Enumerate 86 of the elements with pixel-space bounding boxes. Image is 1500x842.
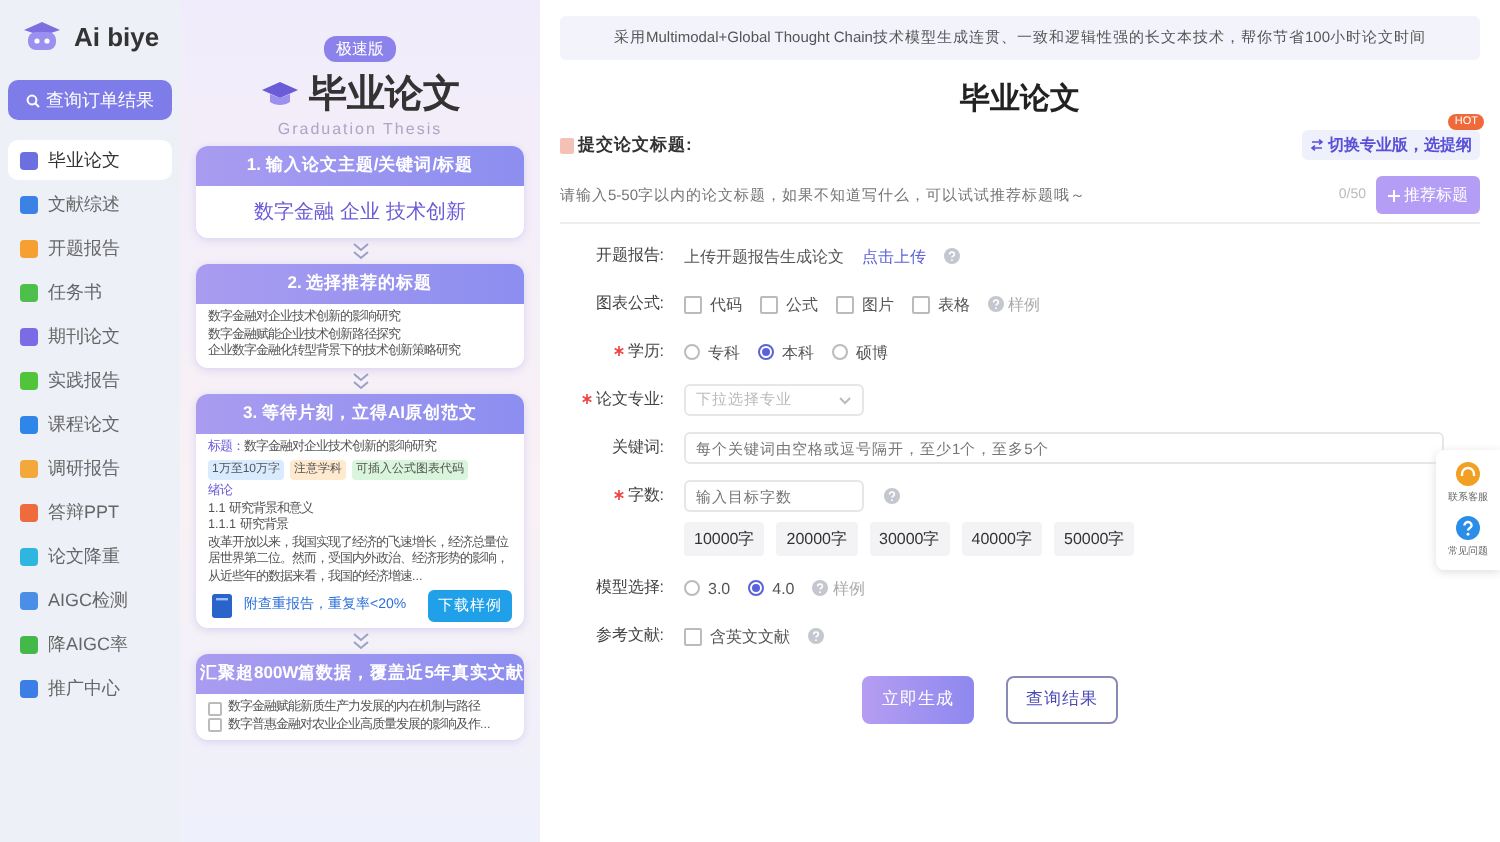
checkbox[interactable] xyxy=(836,295,854,313)
asterisk-icon xyxy=(613,346,624,357)
double-chevron-icon xyxy=(351,632,369,651)
help-icon[interactable] xyxy=(944,248,960,264)
field-label: 关键词: xyxy=(609,436,666,460)
option-label: 公式 xyxy=(786,293,818,315)
help-icon[interactable] xyxy=(884,488,900,504)
word-count-chip[interactable]: 50000字 xyxy=(1054,522,1135,556)
asterisk-icon xyxy=(581,394,592,405)
word-count-chip[interactable]: 10000字 xyxy=(684,522,765,556)
promo-subtitle: Graduation Thesis xyxy=(277,120,443,138)
option-label: 4.0 xyxy=(772,579,795,597)
checkbox[interactable] xyxy=(208,701,222,716)
radio-button[interactable] xyxy=(748,580,765,596)
step-heading: 1. 输入论文主题/关键词/标题 xyxy=(196,146,524,186)
field-label: 论文专业: xyxy=(560,384,684,416)
step-heading: 2. 选择推荐的标题 xyxy=(196,264,524,304)
upload-link[interactable]: 点击上传 xyxy=(862,245,926,267)
field-label: 模型选择: xyxy=(593,576,666,600)
option-label: 硕博 xyxy=(856,341,888,363)
version-badge: 极速版 xyxy=(324,36,396,62)
radio-button[interactable] xyxy=(684,344,700,360)
sidebar-item[interactable]: 推广中心 xyxy=(8,668,172,708)
sidebar-item[interactable]: 期刊论文 xyxy=(8,316,172,356)
chevron-down-icon xyxy=(838,395,852,405)
double-chevron-icon xyxy=(351,371,369,389)
sidebar-item[interactable]: 论文降重 xyxy=(8,536,172,576)
sidebar-item[interactable]: 文献综述 xyxy=(8,184,172,224)
field-label: 提交论文标题: xyxy=(578,133,692,157)
option-label: 含英文文献 xyxy=(710,625,790,647)
double-chevron-icon xyxy=(351,242,369,260)
brand-name: Ai biye xyxy=(74,21,160,51)
step-heading: 汇聚超800W篇数据，覆盖近5年真实文献 xyxy=(196,654,524,695)
word-count-chip[interactable]: 30000字 xyxy=(869,522,950,556)
sidebar-item[interactable]: 课程论文 xyxy=(8,404,172,444)
field-label: 学历: xyxy=(560,336,684,368)
help-icon xyxy=(1456,516,1480,540)
promo-title: 毕业论文 xyxy=(309,71,461,120)
checkbox[interactable] xyxy=(684,627,702,645)
step-heading: 3. 等待片刻，立得AI原创范文 xyxy=(196,393,524,433)
word-count-chip[interactable]: 40000字 xyxy=(961,522,1042,556)
mascot-logo-icon xyxy=(20,20,64,52)
radio-button[interactable] xyxy=(684,580,700,596)
sidebar-item[interactable]: AIGC检测 xyxy=(8,580,172,620)
page-title: 毕业论文 xyxy=(960,80,1080,118)
field-label: 参考文献: xyxy=(593,624,666,648)
asterisk-icon xyxy=(613,490,624,501)
sidebar-item[interactable]: 降AIGC率 xyxy=(8,624,172,664)
radio-button[interactable] xyxy=(832,344,848,360)
sidebar-item[interactable]: 答辩PPT xyxy=(8,492,172,532)
checkbox[interactable] xyxy=(208,718,222,733)
order-search-button[interactable]: 查询订单结果 xyxy=(8,80,172,120)
sidebar-item[interactable]: 开题报告 xyxy=(8,228,172,268)
swap-arrows-icon xyxy=(1310,138,1324,152)
field-label: 图表公式: xyxy=(593,292,666,316)
headset-icon xyxy=(1456,462,1480,486)
sidebar-item[interactable]: 实践报告 xyxy=(8,360,172,400)
query-results-button[interactable]: 查询结果 xyxy=(1006,676,1118,724)
option-label: 图片 xyxy=(862,293,894,315)
option-label: 代码 xyxy=(710,293,742,315)
radio-button[interactable] xyxy=(758,344,774,360)
option-label: 表格 xyxy=(938,293,970,315)
upload-hint: 上传开题报告生成论文 xyxy=(684,245,844,267)
generate-button[interactable]: 立即生成 xyxy=(862,676,974,724)
option-label: 3.0 xyxy=(708,579,731,597)
sidebar-item[interactable]: 调研报告 xyxy=(8,448,172,488)
plus-icon xyxy=(1388,189,1400,201)
checkbox[interactable] xyxy=(760,295,778,313)
help-icon[interactable] xyxy=(988,296,1004,312)
field-label: 字数: xyxy=(560,480,684,512)
option-label: 本科 xyxy=(782,341,814,363)
sidebar-item[interactable]: 任务书 xyxy=(8,272,172,312)
checkbox[interactable] xyxy=(912,295,930,313)
switch-pro-link[interactable]: 切换专业版，选提纲 xyxy=(1302,130,1480,160)
help-icon[interactable] xyxy=(812,580,829,596)
graduation-cap-icon xyxy=(259,78,299,110)
search-icon xyxy=(26,93,40,107)
checkbox[interactable] xyxy=(684,295,702,313)
word-count-chip[interactable]: 20000字 xyxy=(776,522,857,556)
keywords-text: 数字金融 企业 技术创新 xyxy=(252,199,468,228)
option-label: 专科 xyxy=(708,341,740,363)
sidebar-item[interactable]: 毕业论文 xyxy=(8,140,172,180)
document-icon xyxy=(560,137,574,153)
field-label: 开题报告: xyxy=(593,244,666,268)
help-icon[interactable] xyxy=(808,628,824,644)
book-icon xyxy=(208,592,236,621)
